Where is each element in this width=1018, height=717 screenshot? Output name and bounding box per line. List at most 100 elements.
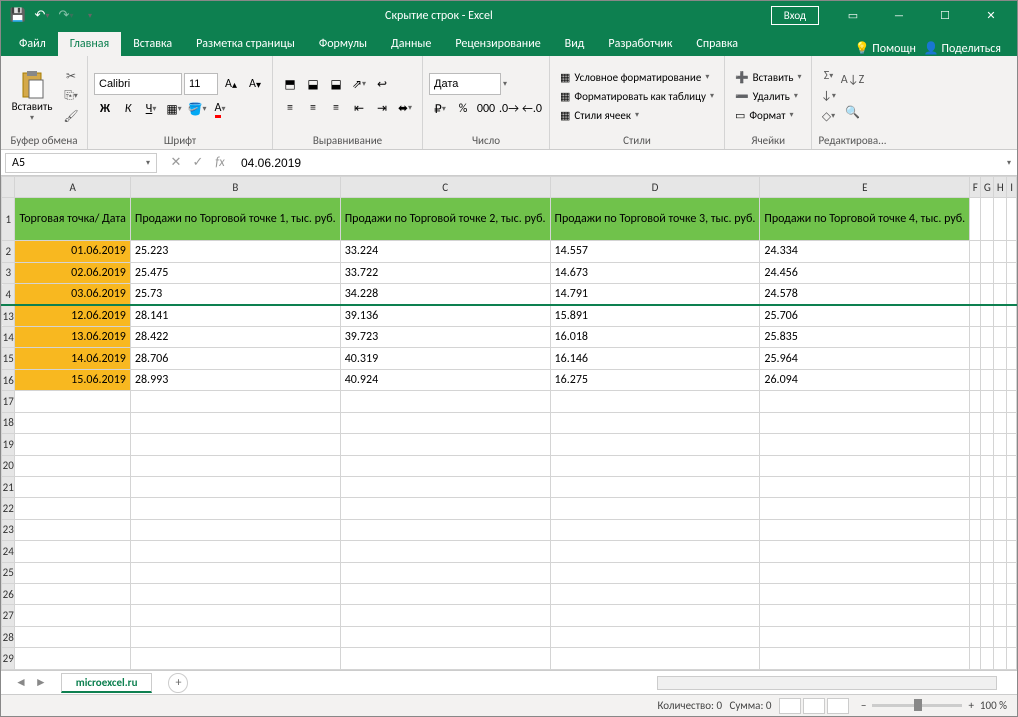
cell[interactable]: [970, 369, 981, 390]
cell[interactable]: [340, 562, 550, 583]
cell[interactable]: [15, 455, 130, 476]
decrease-decimal-icon[interactable]: ←.0: [521, 99, 543, 119]
align-right-icon[interactable]: ≡: [325, 98, 347, 118]
cell[interactable]: 15.891: [550, 305, 760, 326]
cell[interactable]: [760, 562, 970, 583]
cell[interactable]: [130, 434, 340, 455]
cell[interactable]: [15, 476, 130, 497]
cell[interactable]: [15, 584, 130, 605]
cell[interactable]: [970, 284, 981, 305]
cell[interactable]: 12.06.2019: [15, 305, 130, 326]
cell[interactable]: [340, 519, 550, 540]
bold-button[interactable]: Ж: [94, 99, 116, 119]
cell[interactable]: [981, 262, 994, 283]
cell[interactable]: 28.422: [130, 326, 340, 347]
maximize-icon[interactable]: ☐: [923, 1, 967, 30]
cell[interactable]: [981, 326, 994, 347]
cell[interactable]: 28.706: [130, 348, 340, 369]
row-header-3[interactable]: 3: [2, 262, 15, 283]
cell[interactable]: [760, 519, 970, 540]
cell[interactable]: 40.319: [340, 348, 550, 369]
row-header-20[interactable]: 20: [2, 455, 15, 476]
cancel-icon[interactable]: ✕: [167, 154, 185, 172]
cell[interactable]: [550, 541, 760, 562]
format-cells-button[interactable]: ▭ Формат▾: [731, 107, 806, 124]
cell[interactable]: [970, 626, 981, 647]
cell[interactable]: [760, 412, 970, 433]
col-header-H[interactable]: H: [994, 177, 1007, 198]
cell[interactable]: 16.146: [550, 348, 760, 369]
cell[interactable]: [1007, 305, 1017, 326]
cell[interactable]: [1007, 284, 1017, 305]
cell[interactable]: [340, 391, 550, 412]
cell[interactable]: [1007, 562, 1017, 583]
cell[interactable]: 28.141: [130, 305, 340, 326]
cell[interactable]: 33.224: [340, 241, 550, 262]
cell[interactable]: 16.275: [550, 369, 760, 390]
cell[interactable]: [130, 605, 340, 626]
sheet-nav-next-icon[interactable]: ►: [35, 675, 47, 690]
name-box[interactable]: A5▾: [5, 153, 157, 173]
row-header-23[interactable]: 23: [2, 519, 15, 540]
cell[interactable]: [550, 648, 760, 670]
col-header-G[interactable]: G: [981, 177, 994, 198]
cell[interactable]: [1007, 262, 1017, 283]
cell[interactable]: [981, 648, 994, 670]
cell[interactable]: [340, 626, 550, 647]
increase-indent-icon[interactable]: ⇥: [371, 98, 393, 118]
cell[interactable]: [970, 455, 981, 476]
font-size-input[interactable]: [184, 73, 218, 95]
cell[interactable]: 14.673: [550, 262, 760, 283]
cell[interactable]: 14.791: [550, 284, 760, 305]
cell[interactable]: [130, 455, 340, 476]
italic-button[interactable]: К: [117, 99, 139, 119]
qat-customize-icon[interactable]: ▾: [81, 7, 99, 25]
cell[interactable]: [760, 584, 970, 605]
cell[interactable]: [994, 241, 1007, 262]
enter-icon[interactable]: ✓: [189, 154, 207, 172]
fill-color-button[interactable]: 🪣▾: [186, 99, 208, 119]
cell[interactable]: [981, 605, 994, 626]
cell[interactable]: [970, 262, 981, 283]
cell[interactable]: [550, 434, 760, 455]
tab-help[interactable]: Справка: [684, 32, 750, 56]
row-header-22[interactable]: 22: [2, 498, 15, 519]
cell[interactable]: 40.924: [340, 369, 550, 390]
fx-icon[interactable]: fx: [211, 154, 229, 172]
cell[interactable]: [994, 326, 1007, 347]
align-middle-icon[interactable]: ⬓: [302, 74, 324, 94]
cell[interactable]: [981, 305, 994, 326]
cell[interactable]: [981, 584, 994, 605]
cell[interactable]: [970, 584, 981, 605]
header-cell[interactable]: Продажи по Торговой точке 1, тыс. руб.: [130, 198, 340, 241]
cell[interactable]: [1007, 412, 1017, 433]
cell[interactable]: [981, 284, 994, 305]
cell[interactable]: [1007, 348, 1017, 369]
sheet-tab[interactable]: microexcel.ru: [61, 673, 153, 693]
tab-data[interactable]: Данные: [379, 32, 443, 56]
fill-icon[interactable]: ↓▾: [818, 87, 838, 105]
conditional-format-button[interactable]: ▦ Условное форматирование▾: [556, 69, 718, 86]
cell[interactable]: [550, 391, 760, 412]
cell[interactable]: 24.334: [760, 241, 970, 262]
cell[interactable]: [970, 348, 981, 369]
align-center-icon[interactable]: ≡: [302, 98, 324, 118]
cell[interactable]: [15, 519, 130, 540]
cell[interactable]: [130, 648, 340, 670]
cell[interactable]: [981, 412, 994, 433]
col-header-C[interactable]: C: [340, 177, 550, 198]
cell[interactable]: [981, 498, 994, 519]
percent-icon[interactable]: %: [452, 99, 474, 119]
cell[interactable]: [1007, 498, 1017, 519]
cell[interactable]: [970, 412, 981, 433]
tab-layout[interactable]: Разметка страницы: [184, 32, 307, 56]
redo-icon[interactable]: ↷▾: [57, 7, 75, 25]
row-header-21[interactable]: 21: [2, 476, 15, 497]
cell[interactable]: [994, 498, 1007, 519]
cell[interactable]: 13.06.2019: [15, 326, 130, 347]
cell[interactable]: [994, 391, 1007, 412]
row-header-29[interactable]: 29: [2, 648, 15, 670]
zoom-slider[interactable]: [872, 704, 962, 707]
row-header-19[interactable]: 19: [2, 434, 15, 455]
cell[interactable]: [994, 605, 1007, 626]
